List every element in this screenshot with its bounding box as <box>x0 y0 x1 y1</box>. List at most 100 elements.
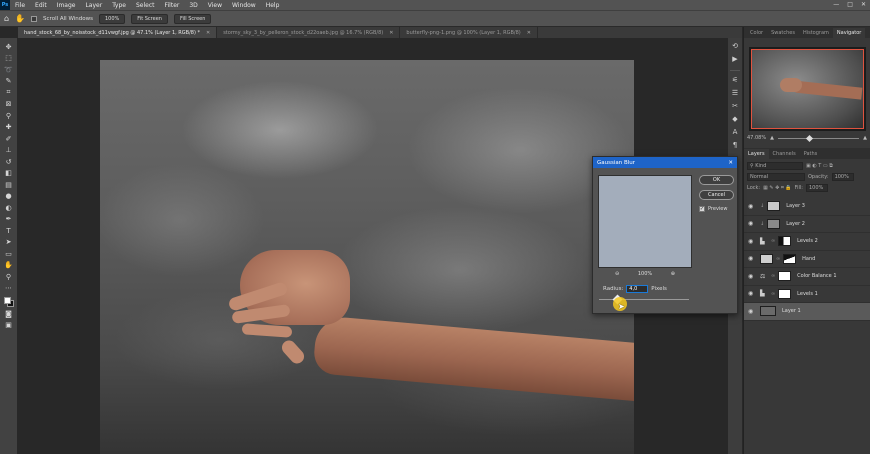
tab-stormy-sky[interactable]: stormy_sky_3_by_pelleron_stock_d22oaeb.j… <box>217 27 401 38</box>
menu-file[interactable]: File <box>10 2 30 9</box>
zoom-out-icon[interactable]: ▲ <box>770 135 774 141</box>
menu-help[interactable]: Help <box>261 2 285 9</box>
visibility-eye-icon[interactable]: ◉ <box>748 255 757 262</box>
properties-icon[interactable]: ☰ <box>732 89 738 99</box>
cancel-button[interactable]: Cancel <box>699 190 734 200</box>
fit-screen-button[interactable]: Fit Screen <box>131 13 168 24</box>
navigator-preview[interactable] <box>749 47 866 131</box>
fill-screen-button[interactable]: Fill Screen <box>173 13 212 24</box>
3d-icon[interactable]: ◆ <box>732 115 737 125</box>
layer-row-levels-2[interactable]: ◉ ▙ ∞ Levels 2 <box>744 233 870 251</box>
opacity-input[interactable]: 100% <box>831 173 854 181</box>
layer-name[interactable]: Levels 2 <box>797 238 818 244</box>
blend-mode-select[interactable]: Normal <box>747 173 805 181</box>
visibility-eye-icon[interactable]: ◉ <box>748 203 757 210</box>
preview-checkbox-row[interactable]: ✓ Preview <box>699 206 727 212</box>
adjustments-icon[interactable]: ⚟ <box>732 76 738 86</box>
eraser-icon[interactable]: ◧ <box>3 168 15 180</box>
color-swatches[interactable] <box>3 296 15 308</box>
lasso-icon[interactable]: ➰ <box>3 64 15 76</box>
layer-row-color-balance-1[interactable]: ◉ ⚖ ∞ Color Balance 1 <box>744 268 870 286</box>
layer-name[interactable]: Layer 3 <box>786 203 805 209</box>
quick-select-icon[interactable]: ✎ <box>3 76 15 88</box>
foreground-color-swatch[interactable] <box>3 297 11 304</box>
tab-paths[interactable]: Paths <box>800 149 822 159</box>
menu-select[interactable]: Select <box>131 2 160 9</box>
history-icon[interactable]: ⟲ <box>732 42 738 52</box>
rectangle-icon[interactable]: ▭ <box>3 248 15 260</box>
menu-edit[interactable]: Edit <box>30 2 52 9</box>
screen-mode-icon[interactable]: ▣ <box>3 320 15 332</box>
layer-row-levels-1[interactable]: ◉ ▙ ∞ Levels 1 <box>744 286 870 303</box>
visibility-eye-icon[interactable]: ◉ <box>748 220 757 227</box>
minimize-icon[interactable]: — <box>833 1 839 8</box>
more-icon[interactable]: ⋯ <box>3 283 15 295</box>
tab-navigator[interactable]: Navigator <box>832 28 866 38</box>
tab-channels[interactable]: Channels <box>769 149 800 159</box>
layer-name[interactable]: Layer 1 <box>782 308 801 314</box>
gradient-icon[interactable]: ▤ <box>3 179 15 191</box>
close-icon[interactable]: ✕ <box>206 30 210 36</box>
layer-row-layer-1[interactable]: ◉ Layer 1 <box>744 303 870 321</box>
photoshop-logo-icon[interactable]: Ps <box>0 0 10 10</box>
pen-icon[interactable]: ✒ <box>3 214 15 226</box>
brush-icon[interactable]: ✐ <box>3 133 15 145</box>
history-brush-icon[interactable]: ↺ <box>3 156 15 168</box>
character-icon[interactable]: A <box>733 128 738 138</box>
menu-3d[interactable]: 3D <box>184 2 202 9</box>
blur-preview[interactable] <box>598 175 692 268</box>
tab-histogram[interactable]: Histogram <box>799 28 833 38</box>
visibility-eye-icon[interactable]: ◉ <box>748 290 757 297</box>
tab-layers[interactable]: Layers <box>744 149 769 159</box>
move-icon[interactable]: ✥ <box>3 41 15 53</box>
layer-name[interactable]: Color Balance 1 <box>797 273 836 279</box>
frame-icon[interactable]: ⊠ <box>3 99 15 111</box>
tab-swatches[interactable]: Swatches <box>767 28 799 38</box>
visibility-eye-icon[interactable]: ◉ <box>748 238 757 245</box>
tab-butterfly[interactable]: butterfly-png-1.png @ 100% (Layer 1, RGB… <box>400 27 538 38</box>
zoom-in-icon[interactable]: ▲ <box>863 135 867 141</box>
layer-name[interactable]: Hand <box>802 256 815 262</box>
filter-icons[interactable]: ▣ ◐ T ▭ ⧉ <box>806 163 833 169</box>
preview-checkbox[interactable]: ✓ <box>699 206 705 212</box>
zoom-readout[interactable]: 47.08% <box>747 135 766 141</box>
quick-mask-icon[interactable]: ◙ <box>3 308 15 320</box>
layer-filter-select[interactable]: ⚲ Kind <box>747 162 803 170</box>
path-select-icon[interactable]: ➤ <box>3 237 15 249</box>
menu-layer[interactable]: Layer <box>80 2 107 9</box>
menu-type[interactable]: Type <box>107 2 131 9</box>
play-icon[interactable]: ▶ <box>732 55 737 65</box>
blur-icon[interactable]: ● <box>3 191 15 203</box>
crop-icon[interactable]: ⌗ <box>3 87 15 99</box>
lock-icons[interactable]: ▦ ✎ ✥ ⌗ 🔒 <box>763 185 792 191</box>
hand-icon[interactable]: ✋ <box>3 260 15 272</box>
hand-tool-icon[interactable]: ✋ <box>15 14 25 23</box>
menu-image[interactable]: Image <box>52 2 81 9</box>
tab-color[interactable]: Color <box>746 28 767 38</box>
visibility-eye-icon[interactable]: ◉ <box>748 308 757 315</box>
close-icon[interactable]: ✕ <box>728 160 733 166</box>
layer-row-layer-2[interactable]: ◉ ↓ Layer 2 <box>744 216 870 233</box>
eyedropper-icon[interactable]: ⚲ <box>3 110 15 122</box>
zoom-slider-knob[interactable] <box>806 134 814 142</box>
zoom-in-icon[interactable]: ⊕ <box>671 271 675 277</box>
zoom-slider[interactable] <box>777 134 860 142</box>
healing-icon[interactable]: ✚ <box>3 122 15 134</box>
radius-input[interactable]: 4,0 <box>626 285 649 293</box>
layer-name[interactable]: Levels 1 <box>797 291 818 297</box>
layer-row-hand[interactable]: ◉ ∞ Hand <box>744 251 870 268</box>
layer-row-layer-3[interactable]: ◉ ↓ Layer 3 <box>744 198 870 216</box>
fill-input[interactable]: 100% <box>805 184 828 192</box>
zoom-out-icon[interactable]: ⊖ <box>615 271 619 277</box>
navigator-view-box[interactable] <box>751 49 864 129</box>
menu-window[interactable]: Window <box>227 2 261 9</box>
visibility-eye-icon[interactable]: ◉ <box>748 273 757 280</box>
paragraph-icon[interactable]: ¶ <box>733 141 737 151</box>
layer-name[interactable]: Layer 2 <box>786 221 805 227</box>
zoom-icon[interactable]: ⚲ <box>3 271 15 283</box>
document-image[interactable] <box>100 60 634 454</box>
menu-filter[interactable]: Filter <box>160 2 185 9</box>
menu-view[interactable]: View <box>203 2 227 9</box>
tab-hand-stock[interactable]: hand_stock_68_by_noisstock_d11vwgf.jpg @… <box>18 27 218 38</box>
dialog-title-bar[interactable]: Gaussian Blur ✕ <box>593 157 737 168</box>
